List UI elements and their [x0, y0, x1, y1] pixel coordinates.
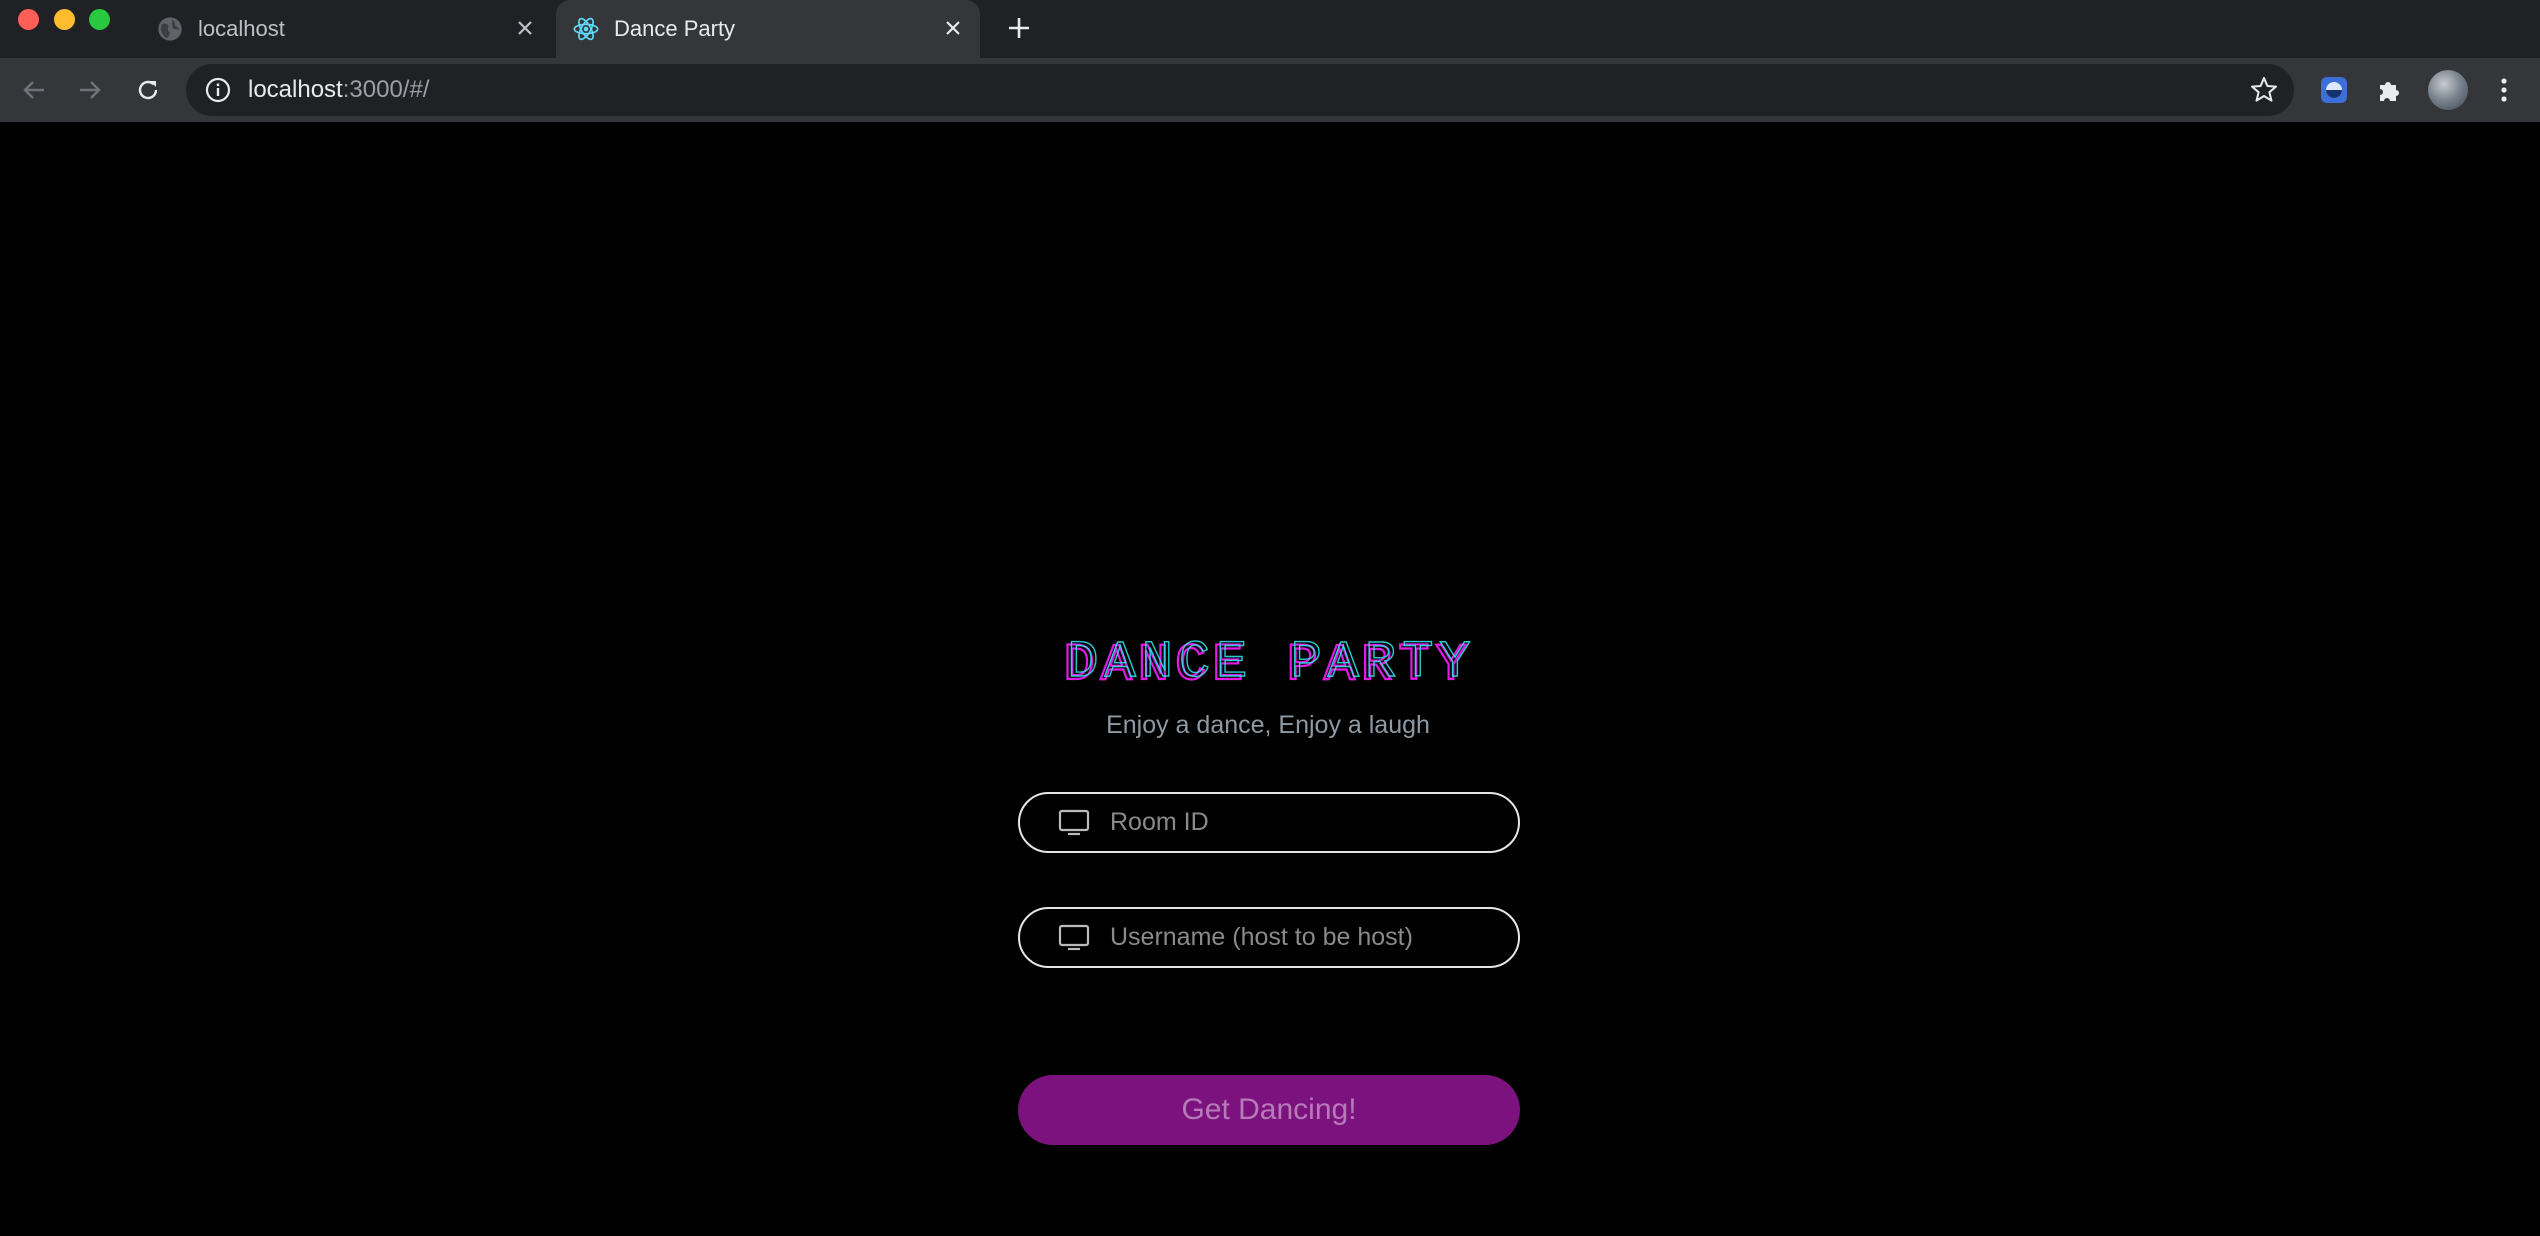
reload-icon[interactable]	[130, 72, 166, 108]
address-path: :3000/#/	[342, 76, 430, 103]
extension-icon[interactable]	[2316, 72, 2352, 108]
get-dancing-button[interactable]: Get Dancing!	[1018, 1075, 1520, 1145]
browser-toolbar: localhost:3000/#/	[0, 58, 2540, 122]
back-icon[interactable]	[16, 72, 52, 108]
address-url[interactable]: localhost:3000/#/	[248, 75, 429, 105]
monitor-icon	[1058, 809, 1090, 836]
tab-title: localhost	[198, 16, 285, 41]
globe-icon	[158, 17, 182, 41]
username-field[interactable]	[1018, 907, 1520, 968]
site-info-icon[interactable]	[204, 76, 232, 104]
browser-menu-icon[interactable]	[2486, 72, 2522, 108]
logo-text-shadow: DANCE PARTY	[1067, 633, 1476, 692]
tab-dance-party[interactable]: Dance Party	[556, 0, 980, 58]
page-content: DANCE PARTY DANCE PARTY Enjoy a dance, E…	[0, 122, 2540, 1236]
tab-close-icon[interactable]	[510, 13, 540, 43]
dance-party-logo: DANCE PARTY DANCE PARTY	[1062, 632, 1476, 693]
new-tab-icon[interactable]	[1002, 11, 1036, 45]
address-bar[interactable]: localhost:3000/#/	[186, 64, 2294, 116]
window-minimize-button[interactable]	[54, 9, 75, 30]
address-host: localhost	[248, 76, 343, 103]
forward-icon[interactable]	[72, 72, 108, 108]
extensions-puzzle-icon[interactable]	[2371, 72, 2407, 108]
room-id-field[interactable]	[1018, 792, 1520, 853]
room-id-input[interactable]	[1108, 802, 1498, 843]
window-zoom-button[interactable]	[89, 9, 110, 30]
tagline: Enjoy a dance, Enjoy a laugh	[1106, 711, 1430, 739]
profile-avatar[interactable]	[2428, 70, 2468, 110]
tab-close-icon[interactable]	[938, 13, 968, 43]
monitor-icon	[1058, 924, 1090, 951]
tab-localhost[interactable]: localhost	[140, 0, 552, 58]
username-input[interactable]	[1108, 917, 1498, 958]
tab-title: Dance Party	[614, 16, 736, 41]
bookmark-star-icon[interactable]	[2248, 74, 2280, 106]
react-icon	[573, 17, 599, 41]
window-close-button[interactable]	[18, 9, 39, 30]
browser-tabstrip: localhost Dance Party	[0, 0, 2540, 58]
